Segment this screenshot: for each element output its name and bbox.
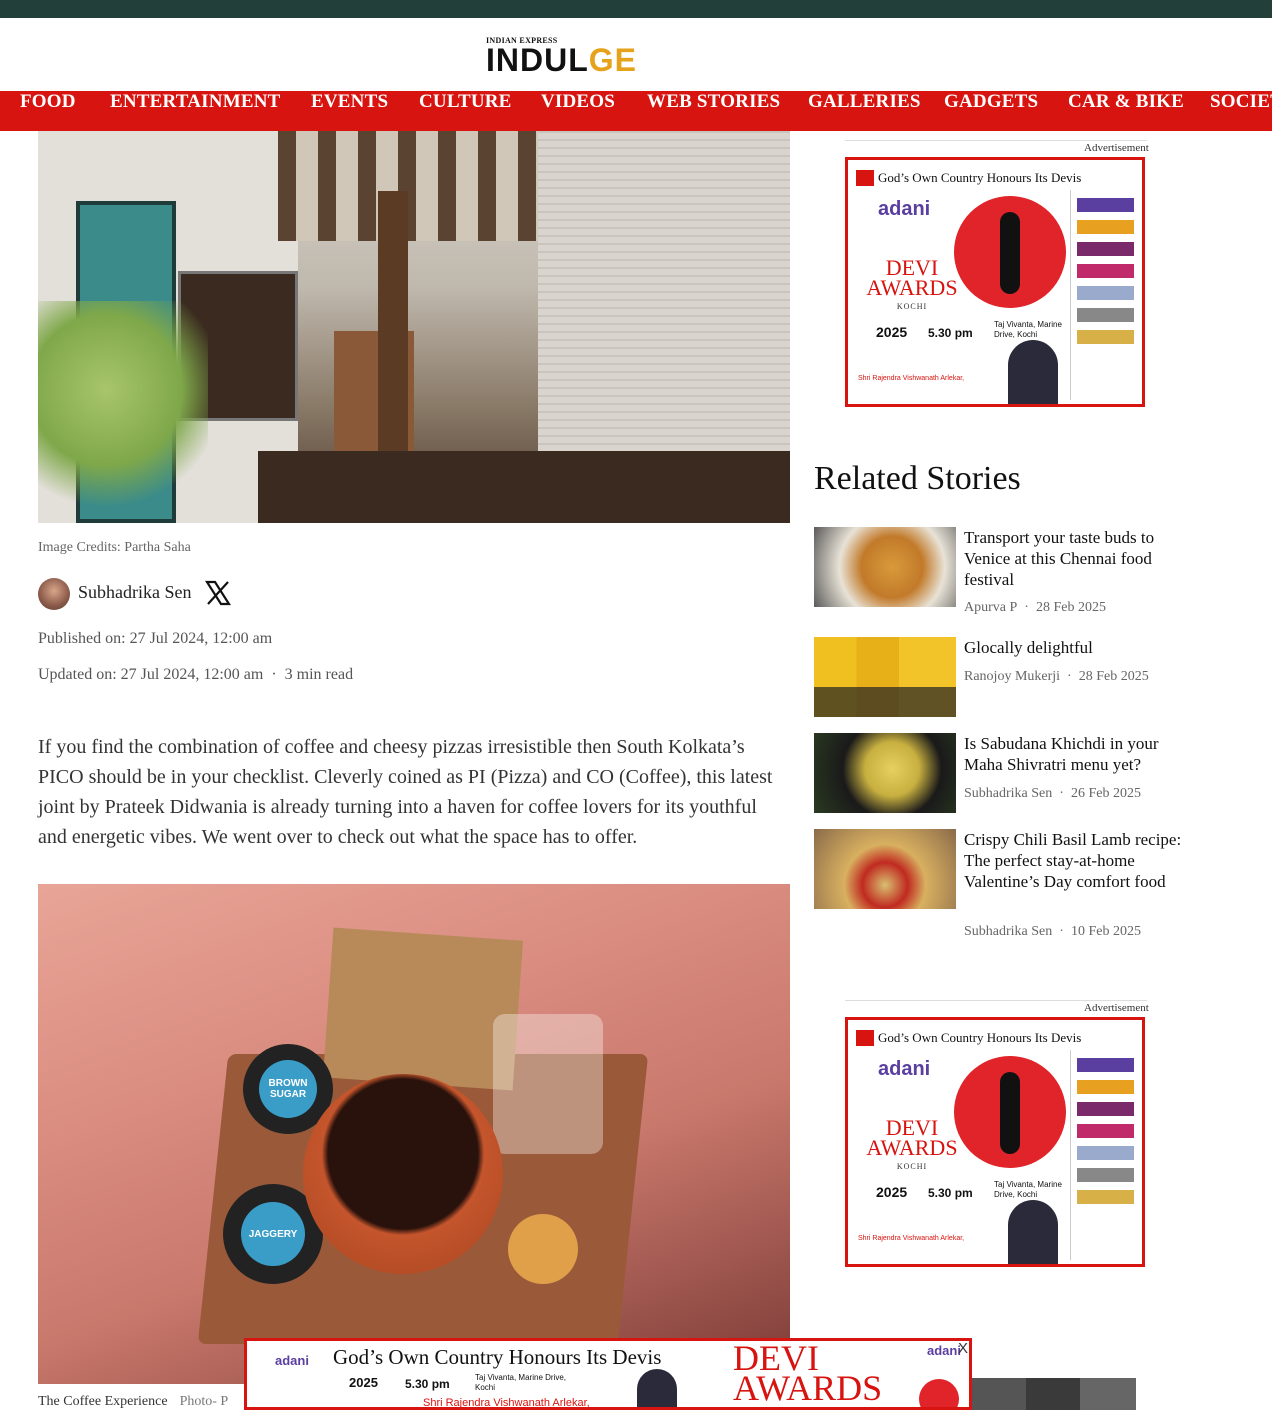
ad-date: 2025 (349, 1375, 378, 1390)
coffee-caption: The Coffee Experience Photo- P (38, 1394, 228, 1410)
nav-item-galleries[interactable]: GALLERIES (808, 91, 921, 131)
jar-label-jaggery: JAGGERY (241, 1202, 305, 1266)
adani-logo: adani (927, 1343, 961, 1358)
adani-logo: adani (275, 1353, 309, 1368)
story-thumbnail[interactable] (814, 637, 956, 717)
story-meta: Subhadrika Sen · 10 Feb 2025 (964, 924, 1141, 939)
devi-emblem-icon (954, 196, 1066, 308)
story-meta: Subhadrika Sen · 26 Feb 2025 (964, 786, 1141, 801)
story-thumbnail[interactable] (814, 527, 956, 607)
governor-photo (1008, 340, 1058, 404)
nav-item-car-bike[interactable]: CAR & BIKE (1068, 91, 1184, 131)
site-header: INDIAN EXPRESS INDULGE (0, 18, 1272, 91)
advertisement-label: Advertisement (1084, 1002, 1149, 1014)
coffee-caption-text: The Coffee Experience (38, 1394, 168, 1409)
nav-item-society[interactable]: SOCIETY (1210, 91, 1272, 131)
coffee-caption-credit: Photo- P (179, 1394, 229, 1409)
ad-governor: Shri Rajendra Vishwanath Arlekar, (858, 375, 965, 382)
nav-item-gadgets[interactable]: GADGETS (944, 91, 1038, 131)
sidebar-ad-2[interactable]: God’s Own Country Honours Its Devis adan… (845, 1017, 1145, 1267)
updated-line: Updated on: 27 Jul 2024, 12:00 am · 3 mi… (38, 666, 353, 684)
close-ad-button[interactable]: X (958, 1340, 968, 1357)
nav-item-web-stories[interactable]: WEB STORIES (647, 91, 780, 131)
ad-governor: Shri Rajendra Vishwanath Arlekar, (858, 1235, 965, 1242)
ad-headline: God’s Own Country Honours Its Devis (333, 1345, 662, 1369)
logo-wordmark: INDULGE (486, 42, 637, 78)
sponsor-column (1070, 190, 1140, 400)
read-time: 3 min read (284, 666, 354, 683)
ad-headline: God’s Own Country Honours Its Devis (854, 1026, 1134, 1050)
indulge-logo[interactable]: INDIAN EXPRESS INDULGE (486, 34, 676, 84)
nav-item-culture[interactable]: CULTURE (419, 91, 512, 131)
sidebar-ad-1[interactable]: God’s Own Country Honours Its Devis adan… (845, 157, 1145, 407)
nav-item-events[interactable]: EVENTS (311, 91, 388, 131)
image-credit: Image Credits: Partha Saha (38, 540, 191, 555)
devi-awards-title: DEVI AWARDS (866, 255, 958, 300)
ad-venue: Taj Vivanta, Marine Drive, Kochi (994, 1180, 1062, 1199)
story-thumbnail[interactable] (814, 733, 956, 813)
nav-item-food[interactable]: FOOD (20, 91, 76, 131)
ad-city: KOCHI (896, 1162, 928, 1171)
video-thumbnail-strip[interactable] (972, 1378, 1136, 1410)
ad-city: KOCHI (896, 302, 928, 311)
story-meta: Ranojoy Mukerji · 28 Feb 2025 (964, 669, 1149, 684)
story-title[interactable]: Is Sabudana Khichdi in your Maha Shivrat… (964, 733, 1186, 775)
ad-governor: Shri Rajendra Vishwanath Arlekar, (423, 1397, 590, 1409)
ad-date: 2025 (876, 1184, 908, 1200)
story-thumbnail[interactable] (814, 829, 956, 909)
jar-label-brown-sugar: BROWN SUGAR (259, 1060, 317, 1118)
ad-time: 5.30 pm (405, 1377, 450, 1391)
advertisement-label: Advertisement (1084, 142, 1149, 154)
ad-venue: Taj Vivanta, Marine Drive, Kochi (994, 320, 1062, 339)
x-twitter-icon[interactable] (204, 579, 232, 607)
governor-photo (637, 1369, 677, 1407)
sponsor-column (1070, 1050, 1140, 1260)
devi-awards-title: DEVI AWARDS (866, 1115, 958, 1160)
story-title[interactable]: Transport your taste buds to Venice at t… (964, 527, 1186, 590)
related-stories-heading: Related Stories (814, 460, 1021, 497)
ad-divider (845, 140, 1147, 141)
author-avatar[interactable] (38, 578, 70, 610)
nav-item-videos[interactable]: VIDEOS (541, 91, 615, 131)
meta-separator: · (267, 666, 281, 683)
adani-logo: adani (878, 1058, 931, 1080)
devi-emblem-icon (954, 1056, 1066, 1168)
ad-time: 5.30 pm (928, 1186, 973, 1200)
ad-date: 2025 (876, 324, 908, 340)
ad-time: 5.30 pm (928, 326, 973, 340)
story-meta: Apurva P · 28 Feb 2025 (964, 600, 1106, 615)
governor-photo (1008, 1200, 1058, 1264)
sticky-bottom-ad[interactable]: adani God’s Own Country Honours Its Devi… (244, 1338, 972, 1410)
story-title[interactable]: Glocally delightful (964, 637, 1186, 658)
main-nav: FOOD ENTERTAINMENT EVENTS CULTURE VIDEOS… (0, 91, 1272, 131)
author-name[interactable]: Subhadrika Sen (78, 582, 191, 603)
published-date: Published on: 27 Jul 2024, 12:00 am (38, 630, 273, 647)
updated-date: Updated on: 27 Jul 2024, 12:00 am (38, 666, 264, 683)
story-title[interactable]: Crispy Chili Basil Lamb recipe: The perf… (964, 829, 1186, 892)
nav-item-entertainment[interactable]: ENTERTAINMENT (110, 91, 281, 131)
ad-venue: Taj Vivanta, Marine Drive, Kochi (475, 1373, 566, 1392)
coffee-image: BROWN SUGAR JAGGERY (38, 884, 790, 1384)
ad-headline: God’s Own Country Honours Its Devis (854, 166, 1134, 190)
hero-image (38, 131, 790, 523)
article-lead: If you find the combination of coffee an… (38, 736, 773, 848)
ad-divider (845, 1000, 1147, 1001)
top-strip (0, 0, 1272, 18)
adani-logo: adani (878, 198, 931, 220)
